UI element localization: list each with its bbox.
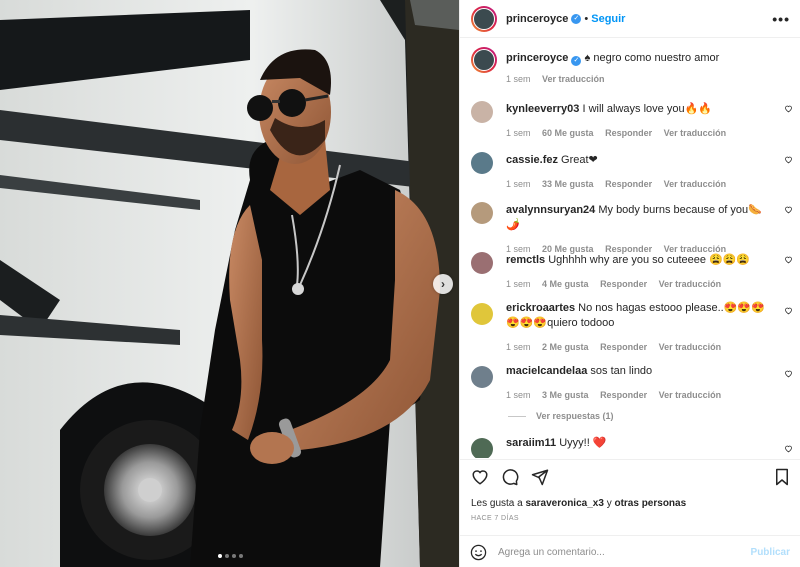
heart-icon[interactable] [784,205,793,214]
comment-age: 1 sem [506,390,531,400]
comment-age: 1 sem [506,128,531,138]
comment-username[interactable]: avalynnsuryan24 [506,204,595,216]
comment-age: 1 sem [506,342,531,352]
comment-username[interactable]: erickroaartes [506,302,575,314]
header-separator: • [584,12,589,25]
comment-likes[interactable]: 33 Me gusta [542,179,594,189]
comment-text: Great❤ [561,154,598,166]
carousel-dot [239,554,243,558]
comment-likes[interactable]: 2 Me gusta [542,342,589,352]
author-avatar[interactable] [471,47,497,73]
carousel-dot [218,554,222,558]
liked-by-user[interactable]: saraveronica_x3 [526,498,604,509]
heart-icon[interactable] [784,369,793,378]
liked-by-prefix: Les gusta a [471,498,523,509]
carousel-next-button[interactable]: › [433,274,453,294]
view-replies-label: Ver respuestas (1) [536,411,614,421]
comment-username[interactable]: remctls [506,254,545,266]
comment-username[interactable]: macielcandelaa [506,365,587,377]
comment-avatar[interactable] [471,202,493,224]
carousel-dots [218,554,243,558]
see-translation-link[interactable]: Ver traducción [659,279,722,289]
comment-age: 1 sem [506,179,531,189]
comment-avatar[interactable] [471,101,493,123]
view-replies-button[interactable]: Ver respuestas (1) [508,411,614,421]
post-side-panel: princeroyce ✓ • Seguir ••• princeroyce ✓ … [459,0,800,567]
liked-by-summary: Les gusta a saraveronica_x3 y otras pers… [471,498,686,509]
publish-button[interactable]: Publicar [751,547,790,558]
comment-text: Uyyy!! ❤️ [559,437,607,449]
heart-icon[interactable] [784,104,793,113]
comment-username[interactable]: kynleeverry03 [506,103,579,115]
emoji-icon[interactable] [470,544,487,561]
comment-input[interactable] [498,546,751,558]
verified-badge-icon: ✓ [571,56,582,66]
comment-username[interactable]: saraiim11 [506,437,556,449]
carousel-dot [225,554,229,558]
comment-likes[interactable]: 4 Me gusta [542,279,589,289]
reply-link[interactable]: Responder [605,128,652,138]
see-translation-link[interactable]: Ver traducción [542,74,605,84]
see-translation-link[interactable]: Ver traducción [659,390,722,400]
liked-by-joiner: y [606,498,612,509]
reply-link[interactable]: Responder [600,342,647,352]
comments-list[interactable]: princeroyce ✓ ♠ negro como nuestro amor 1… [460,39,800,458]
comment-likes[interactable]: 60 Me gusta [542,128,594,138]
follow-button[interactable]: Seguir [591,13,625,25]
post-age: HACE 7 DÍAS [471,515,519,522]
heart-icon[interactable] [784,155,793,164]
liked-by-others[interactable]: otras personas [614,498,686,509]
comment-text: I will always love you🔥🔥 [582,103,712,115]
comment-avatar[interactable] [471,438,493,458]
comment-username[interactable]: cassie.fez [506,154,558,166]
reply-link[interactable]: Responder [600,390,647,400]
caption-age: 1 sem [506,74,531,84]
see-translation-link[interactable]: Ver traducción [664,128,727,138]
comment-avatar[interactable] [471,366,493,388]
comment-text: Ughhhh why are you so cuteeee 😩😩😩 [548,254,751,266]
comment-age: 1 sem [506,279,531,289]
photo-image [0,0,459,567]
see-translation-link[interactable]: Ver traducción [659,342,722,352]
heart-icon[interactable] [784,306,793,315]
comment-bubble-icon[interactable] [501,468,519,486]
caption-username[interactable]: princeroyce [506,52,568,64]
comment-avatar[interactable] [471,152,493,174]
comment-avatar[interactable] [471,303,493,325]
post-header: princeroyce ✓ • Seguir ••• [460,0,800,38]
like-heart-icon[interactable] [471,468,489,486]
reply-link[interactable]: Responder [605,179,652,189]
see-translation-link[interactable]: Ver traducción [664,179,727,189]
post-photo[interactable]: › [0,0,459,567]
verified-badge-icon: ✓ [571,13,582,24]
caption-text: ♠ negro como nuestro amor [584,52,720,64]
reply-link[interactable]: Responder [600,279,647,289]
comment-avatar[interactable] [471,252,493,274]
heart-icon[interactable] [784,255,793,264]
author-username[interactable]: princeroyce [506,13,568,25]
comment-likes[interactable]: 3 Me gusta [542,390,589,400]
share-send-icon[interactable] [531,468,549,486]
comment-text: sos tan lindo [590,365,653,377]
heart-icon[interactable] [784,444,793,453]
comment-composer: Publicar [460,535,800,567]
author-avatar[interactable] [471,5,497,32]
carousel-dot [232,554,236,558]
bookmark-icon[interactable] [774,468,790,486]
post-actions: Les gusta a saraveronica_x3 y otras pers… [460,459,800,567]
more-options-icon[interactable]: ••• [772,11,790,27]
